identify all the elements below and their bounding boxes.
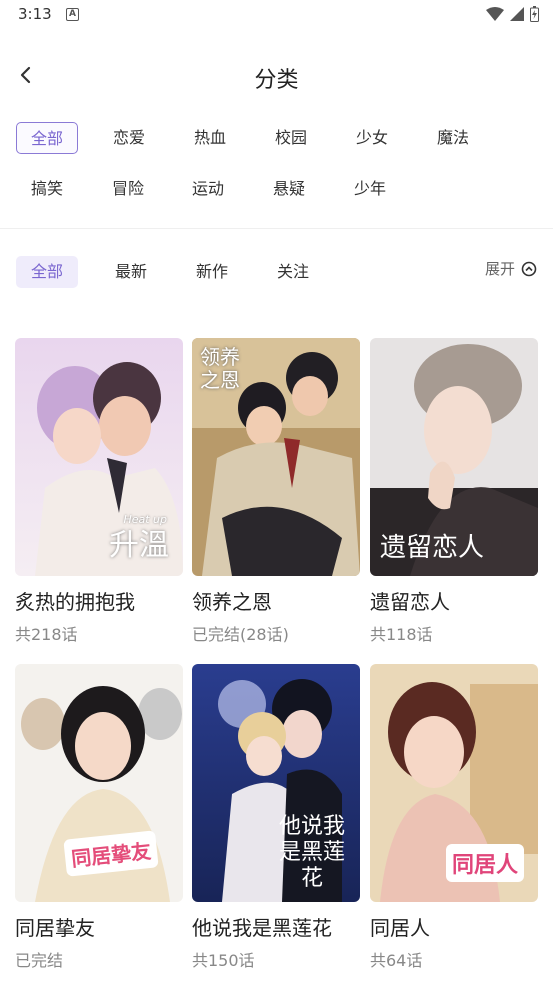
status-time: 3:13 (18, 5, 52, 23)
comic-title: 同居挚友 (15, 916, 95, 940)
comic-cover[interactable]: 同居挚友 (15, 664, 183, 902)
comic-episodes: 已完结(28话) (192, 625, 289, 644)
sort-chip-all[interactable]: 全部 (16, 256, 78, 288)
comic-episodes: 共118话 (370, 625, 433, 644)
comic-title: 炙热的拥抱我 (15, 590, 135, 614)
genre-chip-sports[interactable]: 运动 (177, 173, 239, 205)
comic-episodes: 共64话 (370, 951, 423, 970)
genre-chip-adventure[interactable]: 冒险 (97, 173, 159, 205)
sort-chip-latest[interactable]: 最新 (100, 256, 162, 288)
cover-title-text: 同居人 (446, 844, 525, 882)
comic-title: 领养之恩 (192, 590, 272, 614)
comic-card[interactable]: 同居人 同居人 共64话 (370, 664, 538, 971)
comic-cover[interactable]: 遗留恋人 (370, 338, 538, 576)
cover-title-text: 领养之恩 (200, 345, 240, 392)
cover-title-text: 他说我是黑莲花 (278, 814, 345, 891)
comic-cover[interactable]: 同居人 (370, 664, 538, 902)
comic-card[interactable]: 同居挚友 同居挚友 已完结 (15, 664, 183, 971)
genre-chip-shounen[interactable]: 少年 (339, 173, 401, 205)
cover-title-text: 升溫 (109, 528, 169, 563)
header: 分类 (0, 52, 553, 102)
genre-chip-romance[interactable]: 恋爱 (98, 122, 160, 154)
genre-chip-campus[interactable]: 校园 (260, 122, 322, 154)
comic-episodes: 共218话 (15, 625, 78, 644)
page-title: 分类 (254, 68, 299, 93)
comic-card[interactable]: 他说我是黑莲花 他说我是黑莲花 共150话 (192, 664, 360, 971)
wifi-icon (486, 7, 504, 21)
signal-icon (510, 7, 524, 21)
sort-chip-following[interactable]: 关注 (262, 256, 324, 288)
genre-chip-shoujo[interactable]: 少女 (341, 122, 403, 154)
sort-chip-new[interactable]: 新作 (181, 256, 243, 288)
comic-title: 同居人 (370, 916, 430, 940)
notification-icon: A (66, 8, 79, 21)
comic-card[interactable]: 升溫 Heat up 炙热的拥抱我 共218话 (15, 338, 183, 645)
comic-episodes: 已完结 (15, 951, 64, 970)
comic-cover[interactable]: 升溫 Heat up (15, 338, 183, 576)
comic-cover[interactable]: 他说我是黑莲花 (192, 664, 360, 902)
comic-card[interactable]: 领养之恩 领养之恩 已完结(28话) (192, 338, 360, 645)
battery-icon (530, 6, 539, 22)
genre-chip-action[interactable]: 热血 (179, 122, 241, 154)
comic-episodes: 共150话 (192, 951, 255, 970)
genre-chip-comedy[interactable]: 搞笑 (16, 173, 78, 205)
divider (0, 228, 553, 229)
genre-chip-all[interactable]: 全部 (16, 122, 78, 154)
cover-subtitle-text: Heat up (123, 513, 167, 526)
status-icons (486, 6, 539, 22)
cover-title-text: 遗留恋人 (380, 533, 485, 563)
status-bar: 3:13 A (0, 0, 553, 30)
genre-chip-mystery[interactable]: 悬疑 (258, 173, 320, 205)
genre-chip-magic[interactable]: 魔法 (422, 122, 484, 154)
expand-label: 展开 (484, 260, 515, 278)
chevron-up-circle-icon (521, 261, 537, 276)
comic-card[interactable]: 遗留恋人 遗留恋人 共118话 (370, 338, 538, 645)
comic-title: 他说我是黑莲花 (192, 916, 332, 940)
comic-cover[interactable]: 领养之恩 (192, 338, 360, 576)
comic-title: 遗留恋人 (370, 590, 450, 614)
expand-toggle[interactable]: 展开 (485, 258, 537, 279)
